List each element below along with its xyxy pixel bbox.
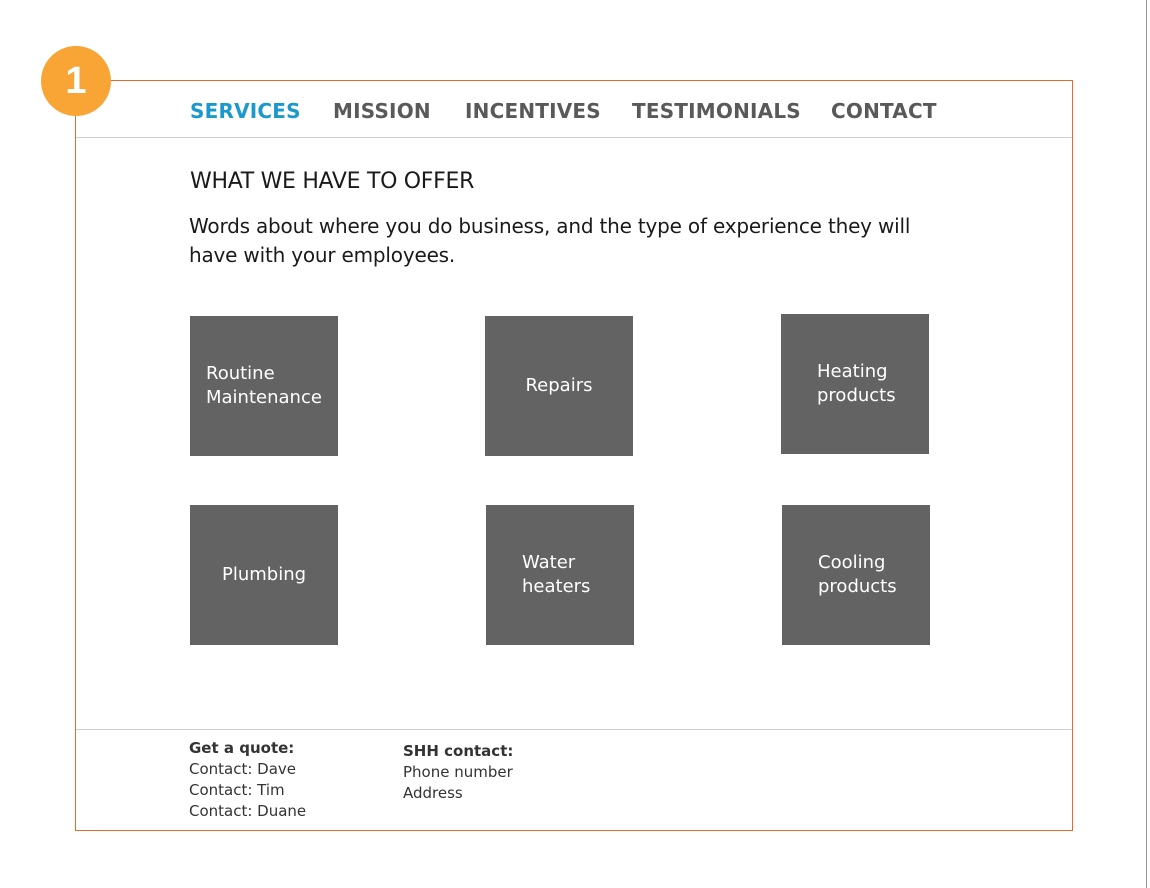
service-tile-label: Routine Maintenance [206, 363, 322, 408]
section-heading: WHAT WE HAVE TO OFFER [190, 169, 475, 194]
service-tile-water-heaters[interactable]: Water heaters [486, 505, 634, 645]
service-tile-label: Plumbing [221, 564, 307, 585]
service-tile-label: Cooling products [818, 552, 897, 597]
footer-contact-duane: Contact: Duane [189, 802, 307, 820]
service-tile-routine-maintenance[interactable]: Routine Maintenance [190, 316, 338, 456]
service-tile-plumbing[interactable]: Plumbing [190, 505, 338, 645]
step-number-badge: 1 [41, 46, 111, 116]
nav-item-contact[interactable]: CONTACT [831, 99, 937, 123]
service-tile-repairs[interactable]: Repairs [485, 316, 633, 456]
page-footer: Get a quote: Contact: Dave Contact: Tim … [76, 729, 1072, 830]
service-tile-label: Repairs [525, 375, 593, 396]
page-edge-divider [1146, 0, 1147, 888]
nav-item-mission[interactable]: MISSION [333, 99, 431, 123]
intro-paragraph: Words about where you do business, and t… [189, 214, 911, 267]
footer-contact-tim: Contact: Tim [189, 781, 285, 799]
nav-item-incentives[interactable]: INCENTIVES [465, 99, 601, 123]
nav-item-testimonials[interactable]: TESTIMONIALS [632, 99, 801, 123]
nav-item-services[interactable]: SERVICES [190, 99, 301, 123]
service-tile-label: Heating products [817, 361, 896, 406]
footer-phone-number: Phone number [403, 763, 513, 781]
service-tile-cooling-products[interactable]: Cooling products [782, 505, 930, 645]
footer-address: Address [403, 784, 463, 802]
footer-contact-dave: Contact: Dave [189, 760, 297, 778]
service-tile-heating-products[interactable]: Heating products [781, 314, 929, 454]
footer-quote-contacts: Get a quote: Contact: Dave Contact: Tim … [189, 738, 306, 822]
top-navigation: SERVICES MISSION INCENTIVES TESTIMONIALS… [76, 81, 1072, 138]
footer-quote-title: Get a quote: [189, 739, 295, 757]
wireframe-page: SERVICES MISSION INCENTIVES TESTIMONIALS… [75, 80, 1073, 831]
service-tile-label: Water heaters [522, 552, 591, 597]
footer-shh-contact: SHH contact: Phone number Address [403, 741, 513, 804]
footer-shh-title: SHH contact: [403, 742, 514, 760]
